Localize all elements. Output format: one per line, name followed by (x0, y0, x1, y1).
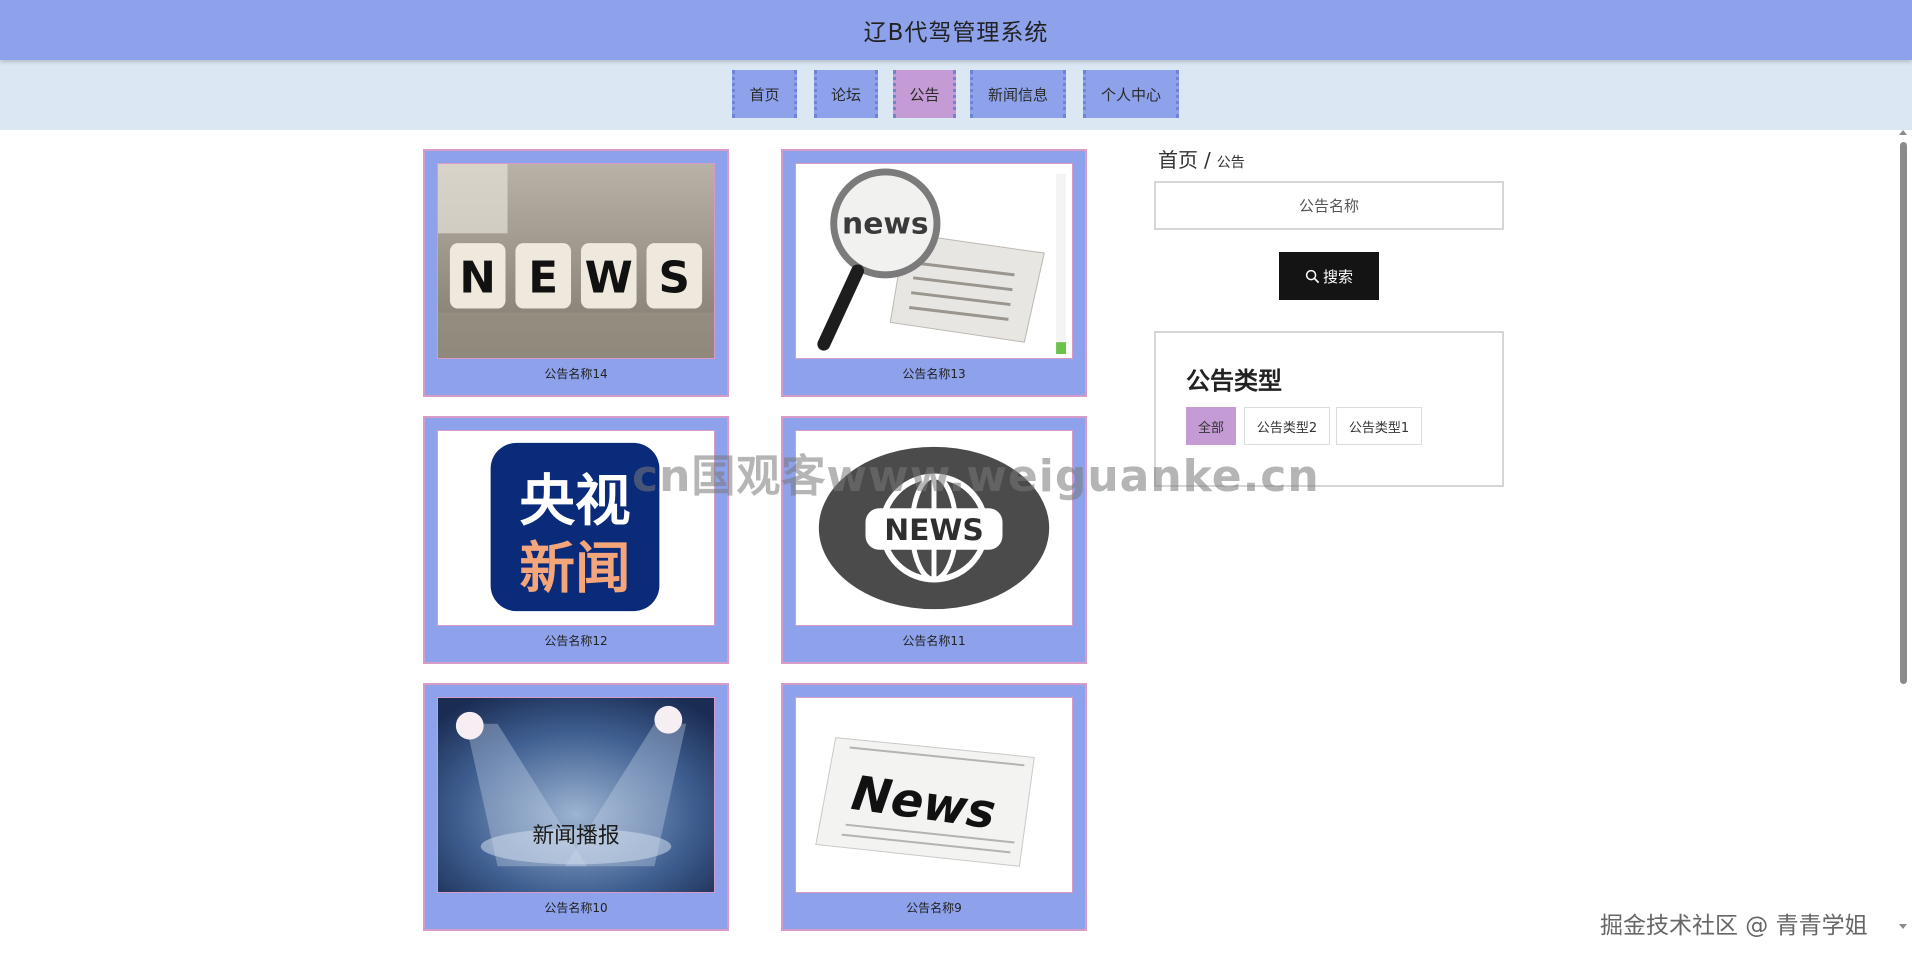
news-dice-image: N E W S (438, 164, 714, 358)
search-icon (1305, 269, 1320, 283)
category-label: 公告类型2 (1256, 420, 1318, 436)
notice-card-title: 公告名称13 (902, 367, 966, 381)
notice-card-title: 公告名称12 (544, 634, 608, 648)
watermark: cn国观客www.weiguanke.cn (632, 451, 1320, 502)
nav-item-profile[interactable]: 个人中心 (1083, 70, 1179, 118)
main-nav: 首页 论坛 公告 新闻信息 个人中心 (0, 60, 1912, 130)
nav-item-label: 个人中心 (1100, 85, 1161, 104)
credit-text: 掘金技术社区 @ 青青学姐 (1600, 913, 1868, 939)
search-button-label: 搜索 (1322, 268, 1353, 286)
nav-item-news[interactable]: 新闻信息 (970, 70, 1066, 118)
dice-letter: S (659, 254, 690, 304)
notice-card-title: 公告名称11 (902, 634, 966, 648)
notice-card[interactable]: news 公告名称13 (781, 149, 1087, 397)
scrollbar-thumb[interactable] (1900, 142, 1907, 684)
scrollbar[interactable] (1896, 130, 1910, 962)
breadcrumb-separator: / (1204, 148, 1211, 172)
nav-item-label: 论坛 (830, 85, 861, 104)
category-label: 全部 (1197, 420, 1224, 436)
nav-item-label: 首页 (749, 85, 780, 104)
category-label: 公告类型1 (1348, 420, 1410, 436)
spotlight-stage-image: 新闻播报 (438, 698, 714, 892)
breadcrumb-current: 公告 (1216, 155, 1245, 171)
dice-letter: N (459, 254, 496, 304)
nav-item-notice[interactable]: 公告 (893, 70, 956, 118)
breadcrumb-home[interactable]: 首页 (1158, 148, 1198, 172)
nav-item-label: 新闻信息 (987, 85, 1048, 104)
scroll-down-arrow[interactable] (1899, 924, 1907, 929)
notice-card-image: News (795, 697, 1073, 893)
search-button[interactable]: 搜索 (1279, 252, 1379, 300)
notice-card-title: 公告名称14 (544, 367, 608, 381)
notice-card-image: news (795, 163, 1073, 359)
notice-card[interactable]: News 公告名称9 (781, 683, 1087, 931)
nav-item-label: 公告 (909, 85, 940, 104)
stage-text: 新闻播报 (532, 824, 619, 849)
notice-card-title: 公告名称10 (544, 901, 608, 915)
dice-letter: W (585, 254, 633, 304)
nav-item-forum[interactable]: 论坛 (814, 70, 878, 118)
magnifier-text: news (842, 206, 929, 241)
app-header: 辽B代驾管理系统 (0, 0, 1912, 60)
notice-card-title: 公告名称9 (906, 901, 962, 915)
page: 辽B代驾管理系统 首页 论坛 公告 新闻信息 个人中心 N E W S 公告名称… (0, 0, 1912, 962)
logo-text-top: 央视 (519, 469, 630, 534)
dice-letter: E (528, 254, 558, 304)
scroll-up-arrow[interactable] (1899, 130, 1907, 135)
notice-card[interactable]: N E W S 公告名称14 (423, 149, 729, 397)
notice-card-image: N E W S (437, 163, 715, 359)
newspaper-image: News (796, 698, 1072, 892)
magnifier-newspaper-image: news (796, 164, 1072, 358)
category-type1-button[interactable]: 公告类型1 (1336, 407, 1422, 445)
breadcrumb: 首页 / 公告 (1158, 144, 1245, 173)
nav-item-home[interactable]: 首页 (732, 70, 797, 118)
search-input[interactable] (1154, 181, 1504, 230)
logo-text-bottom: 新闻 (519, 536, 630, 601)
category-title: 公告类型 (1186, 367, 1282, 395)
notice-card-image: 新闻播报 (437, 697, 715, 893)
notice-card[interactable]: 新闻播报 公告名称10 (423, 683, 729, 931)
app-title: 辽B代驾管理系统 (863, 20, 1049, 46)
globe-text: NEWS (884, 513, 984, 548)
